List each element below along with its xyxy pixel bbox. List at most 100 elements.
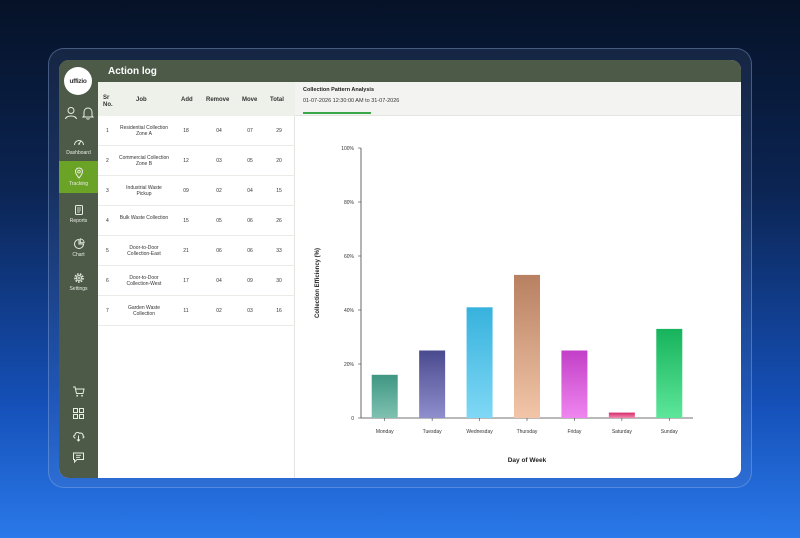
column-header-sr: Sr No. [103,95,113,108]
bar-wednesday [466,307,493,418]
x-tick-label: Wednesday [466,429,493,435]
sidebar-item-reports[interactable]: Reports [59,198,98,230]
cell-total: 20 [276,158,282,164]
cell-total: 29 [276,128,282,134]
x-tick-label: Saturday [612,429,633,435]
analysis-tab[interactable]: Collection Pattern Analysis 01-07-2026 1… [295,82,741,116]
cell-add: 11 [183,308,189,314]
bar-thursday [514,274,540,418]
cell-remove: 04 [216,278,222,284]
bar-sunday [656,328,683,418]
cell-move: 06 [247,248,253,254]
cell-sr: 2 [106,158,109,164]
date-range: 01-07-2026 12:30:00 AM to 31-07-2026 [303,98,400,104]
active-tab-indicator [303,112,371,114]
sidebar: uffizio Dashboard Tracking Reports Chart… [59,60,98,478]
table-row[interactable]: 7 Garden Waste Collection 11 02 03 16 [98,296,295,326]
cell-sr: 4 [106,218,109,224]
column-header-total: Total [270,97,284,103]
cell-total: 15 [276,188,282,194]
cell-remove: 02 [216,188,222,194]
sidebar-top-icons [59,106,98,120]
x-axis-label: Day of Week [508,457,547,464]
bar-tuesday [419,350,446,418]
sidebar-item-label: Settings [69,286,88,292]
sidebar-item-dashboard[interactable]: Dashboard [59,130,98,162]
cell-move: 07 [247,128,253,134]
cell-job: Garden Waste Collection [127,305,161,317]
logo[interactable]: uffizio [64,67,92,95]
y-tick-label: 60% [344,254,355,260]
chat-icon[interactable] [72,451,85,464]
cart-icon[interactable] [72,385,85,398]
bar-monday [371,374,398,418]
analysis-panel: Collection Pattern Analysis 01-07-2026 1… [295,82,741,478]
analysis-title: Collection Pattern Analysis [303,87,375,93]
sidebar-item-settings[interactable]: Settings [59,266,98,298]
report-icon [74,205,83,215]
sidebar-item-tracking[interactable]: Tracking [59,161,98,193]
cell-total: 33 [276,248,282,254]
column-header-add: Add [181,97,193,103]
cell-remove: 05 [216,218,222,224]
column-header-move: Move [242,97,258,103]
cell-add: 17 [183,278,189,284]
bar-saturday [608,412,635,418]
cell-job: Commercial Collection Zone B [118,155,169,167]
sidebar-item-label: Tracking [69,181,88,187]
table-row[interactable]: 3 Industrial Waste Pickup 09 02 04 15 [98,176,295,206]
bell-icon[interactable] [81,106,95,120]
cell-remove: 06 [216,248,222,254]
cell-add: 18 [183,128,189,134]
cell-add: 12 [183,158,189,164]
cell-sr: 5 [106,248,109,254]
action-log-table: Sr No. Job Add Remove Move Total 1 Reside… [98,82,295,478]
app-window: Action log uffizio Dashboard Tracking Re… [59,60,741,478]
bar-friday [561,350,588,418]
column-header-remove: Remove [206,97,230,103]
cell-move: 03 [247,308,253,314]
cell-move: 05 [247,158,253,164]
cell-sr: 3 [106,188,109,194]
grid-icon[interactable] [72,407,85,420]
table-row[interactable]: 5 Door-to-Door Collection-East 21 06 06 33 [98,236,295,266]
y-tick-label: 40% [344,308,355,314]
table-header: Sr No. Job Add Remove Move Total [98,82,295,116]
cell-move: 09 [247,278,253,284]
y-tick-label: 20% [344,362,355,368]
column-header-job: Job [136,97,147,103]
cell-move: 06 [247,218,253,224]
cell-job: Industrial Waste Pickup [126,185,162,197]
location-pin-icon [74,167,83,179]
cell-job: Door-to-Door Collection-West [126,275,162,287]
y-axis-label: Collection Efficiency (%) [315,248,321,318]
cell-sr: 6 [106,278,109,284]
table-row[interactable]: 4 Bulk Waste Collection 15 05 06 26 [98,206,295,236]
cell-total: 30 [276,278,282,284]
top-bar: Action log [59,60,741,82]
page-title: Action log [108,66,157,77]
sidebar-item-label: Reports [69,218,88,224]
cell-add: 15 [183,218,189,224]
cell-job: Door-to-Door Collection-East [127,245,161,257]
cell-add: 21 [183,248,189,254]
gear-icon [73,273,84,283]
cell-sr: 7 [106,308,109,314]
table-row[interactable]: 2 Commercial Collection Zone B 12 03 05 20 [98,146,295,176]
x-tick-label: Sunday [661,429,678,435]
user-icon[interactable] [64,106,78,120]
table-row[interactable]: 6 Door-to-Door Collection-West 17 04 09 30 [98,266,295,296]
cell-job: Bulk Waste Collection [119,215,169,221]
cell-total: 16 [276,308,282,314]
cloud-download-icon[interactable] [72,429,85,442]
dashboard-icon [73,140,84,146]
sidebar-item-chart[interactable]: Chart [59,232,98,264]
cell-move: 04 [247,188,253,194]
table-row[interactable]: 1 Residential Collection Zone A 18 04 07 29 [98,116,295,146]
sidebar-item-label: Chart [72,252,85,258]
pie-chart-icon [73,238,85,249]
cell-remove: 03 [216,158,222,164]
cell-remove: 02 [216,308,222,314]
y-tick-label: 100% [341,146,354,152]
x-tick-label: Friday [567,429,581,435]
